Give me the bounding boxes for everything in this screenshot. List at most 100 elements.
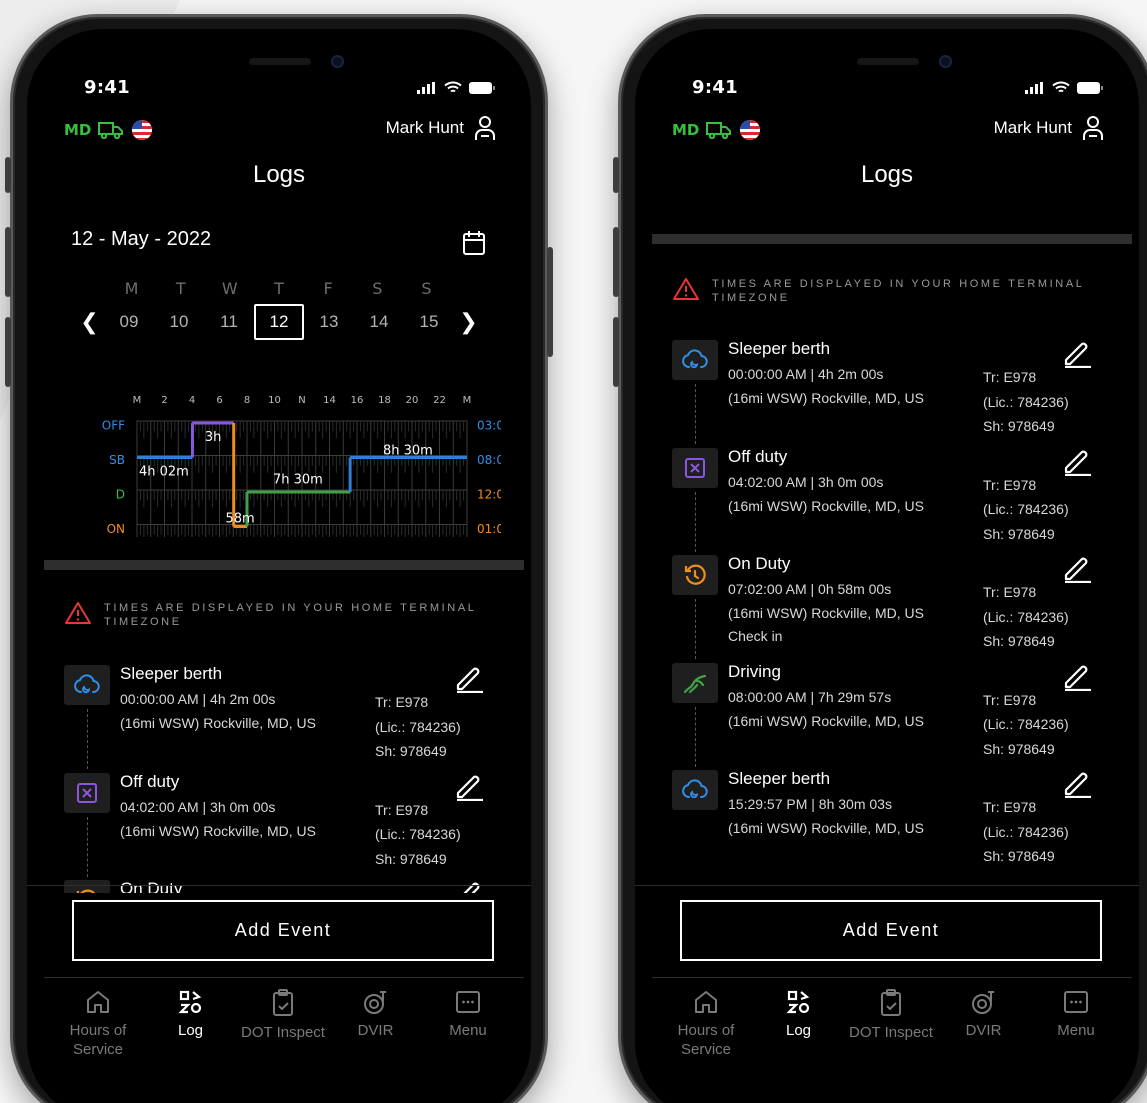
driving-icon xyxy=(683,674,707,693)
nav-label: Menu xyxy=(449,1022,487,1039)
event-vehicle-info: Tr: E978 (Lic.: 784236) Sh: 978649 xyxy=(983,584,1069,649)
day-13[interactable]: 13 xyxy=(304,304,354,340)
edit-event-icon[interactable] xyxy=(1061,338,1093,372)
clipboard-icon xyxy=(273,989,293,1016)
user-profile[interactable]: Mark Hunt xyxy=(994,115,1104,141)
edit-event-icon[interactable] xyxy=(1061,446,1093,480)
day-09[interactable]: 09 xyxy=(104,304,154,340)
warning-icon xyxy=(673,278,699,300)
nav-item-hours-of-service[interactable]: Hours of Service xyxy=(660,985,752,1059)
weekday-label: M xyxy=(124,279,139,298)
app-screen: 9:41 MD Mark Hunt Logs TIMES ARE DISPLAY… xyxy=(635,29,1139,1103)
event-item[interactable]: Sleeper berth 00:00:00 AM | 4h 2m 00s (16m… xyxy=(64,663,504,771)
hour-tick-label: 8 xyxy=(244,395,250,406)
nav-item-menu[interactable]: Menu xyxy=(422,985,514,1059)
weekday-label: S xyxy=(421,279,432,298)
hour-tick-label: 22 xyxy=(433,395,446,406)
bottom-nav: Hours of Service Log DOT Inspect DVIR Menu xyxy=(660,985,1122,1059)
prev-week-button[interactable]: ❮ xyxy=(79,310,100,335)
nav-item-dvir[interactable]: DVIR xyxy=(938,985,1030,1059)
weekday-label: W xyxy=(221,279,238,298)
edit-event-icon[interactable] xyxy=(1061,553,1093,587)
menu-icon xyxy=(456,991,480,1013)
status-total: 01:00 xyxy=(477,522,501,536)
status-time: 9:41 xyxy=(692,77,738,98)
bottom-nav: Hours of Service Log DOT Inspect DVIR Menu xyxy=(52,985,514,1059)
status-row-label: OFF xyxy=(102,418,125,432)
nav-item-log[interactable]: Log xyxy=(753,985,845,1059)
nav-item-dot-inspect[interactable]: DOT Inspect xyxy=(845,985,937,1059)
day-14[interactable]: 14 xyxy=(354,304,404,340)
status-row-label: ON xyxy=(107,522,125,536)
warning-icon xyxy=(65,602,91,624)
nav-label: Hours of Service xyxy=(69,1022,127,1058)
event-icon-box xyxy=(672,340,718,380)
day-11[interactable]: 11 xyxy=(204,304,254,340)
event-item[interactable]: Sleeper berth 15:29:57 PM | 8h 30m 03s (16… xyxy=(672,768,1112,876)
event-item[interactable]: Off duty 04:02:00 AM | 3h 0m 00s (16mi WSW… xyxy=(64,771,504,879)
add-event-button[interactable]: Add Event xyxy=(72,900,494,961)
header-status: MD xyxy=(64,119,153,141)
edit-event-icon[interactable] xyxy=(1061,661,1093,695)
menu-icon xyxy=(1064,991,1088,1013)
nav-item-dot-inspect[interactable]: DOT Inspect xyxy=(237,985,329,1059)
edit-event-icon[interactable] xyxy=(1061,768,1093,802)
nav-label: Menu xyxy=(1057,1022,1095,1039)
signal-icon xyxy=(1025,81,1043,94)
nav-label: Hours of Service xyxy=(677,1022,735,1058)
user-icon xyxy=(1083,116,1103,140)
phone-frame-left: 9:41 MD Mark Hunt Logs 12 - May - 2022 M… xyxy=(5,14,553,1103)
event-item[interactable]: Off duty 04:02:00 AM | 3h 0m 00s (16mi WSW… xyxy=(672,446,1112,554)
segment-duration-label: 4h 02m xyxy=(139,465,189,480)
nav-item-hours-of-service[interactable]: Hours of Service xyxy=(52,985,144,1059)
day-15[interactable]: 15 xyxy=(404,304,454,340)
edit-event-icon[interactable] xyxy=(453,663,485,697)
warning-text: TIMES ARE DISPLAYED IN YOUR HOME TERMINA… xyxy=(104,602,477,628)
event-status: Sleeper berth xyxy=(120,664,223,683)
log-icon xyxy=(785,990,809,1014)
region-label: MD xyxy=(672,121,700,139)
event-status: On Duty xyxy=(728,554,791,573)
home-icon xyxy=(695,991,717,1013)
status-total: 12:00 xyxy=(477,487,501,501)
segment-duration-label: 7h 30m xyxy=(273,473,323,488)
hour-tick-label: 16 xyxy=(351,395,364,406)
event-icon-box xyxy=(672,555,718,595)
calendar-icon[interactable] xyxy=(462,230,486,256)
event-icon-box xyxy=(672,662,718,703)
us-flag-icon xyxy=(740,120,761,140)
status-row-label: D xyxy=(116,487,125,501)
week-selector: M T W T F S S ❮ 09 10 11 12 13 14 15 ❯ xyxy=(79,279,479,340)
day-10[interactable]: 10 xyxy=(154,304,204,340)
weekday-label: T xyxy=(175,279,186,298)
event-item[interactable]: Driving 08:00:00 AM | 7h 29m 57s (16mi WSW… xyxy=(672,661,1112,769)
nav-item-menu[interactable]: Menu xyxy=(1030,985,1122,1059)
log-icon xyxy=(177,990,201,1014)
segment-duration-label: 3h xyxy=(205,430,222,445)
nav-item-dvir[interactable]: DVIR xyxy=(330,985,422,1059)
add-event-button[interactable]: Add Event xyxy=(680,900,1102,961)
event-vehicle-info: Tr: E978 (Lic.: 784236) Sh: 978649 xyxy=(375,801,461,867)
nav-label: DVIR xyxy=(965,1022,1002,1039)
status-icons xyxy=(417,81,496,94)
event-vehicle-info: Tr: E978 (Lic.: 784236) Sh: 978649 xyxy=(983,799,1069,864)
status-total: 03:00 xyxy=(477,418,501,432)
hour-tick-label: N xyxy=(298,395,305,406)
warning-text: TIMES ARE DISPLAYED IN YOUR HOME TERMINA… xyxy=(712,278,1085,304)
sleeper-icon xyxy=(682,779,708,799)
event-item[interactable]: Sleeper berth 00:00:00 AM | 4h 2m 00s (16m… xyxy=(672,338,1112,446)
nav-label: DVIR xyxy=(357,1022,394,1039)
status-row-label: SB xyxy=(109,453,125,467)
hour-tick-label: M xyxy=(463,395,472,406)
user-profile[interactable]: Mark Hunt xyxy=(386,115,496,141)
edit-event-icon[interactable] xyxy=(453,771,485,805)
weekday-label: T xyxy=(274,279,284,298)
nav-item-log[interactable]: Log xyxy=(145,985,237,1059)
home-icon xyxy=(87,991,109,1013)
day-12[interactable]: 12 xyxy=(254,304,304,340)
truck-icon xyxy=(98,122,124,139)
wifi-icon xyxy=(444,81,462,93)
event-item[interactable]: On Duty07:02:00 AM | 0h 58m 00s(16mi WSW… xyxy=(672,553,1112,661)
next-week-button[interactable]: ❯ xyxy=(458,310,479,335)
user-icon xyxy=(475,116,495,140)
